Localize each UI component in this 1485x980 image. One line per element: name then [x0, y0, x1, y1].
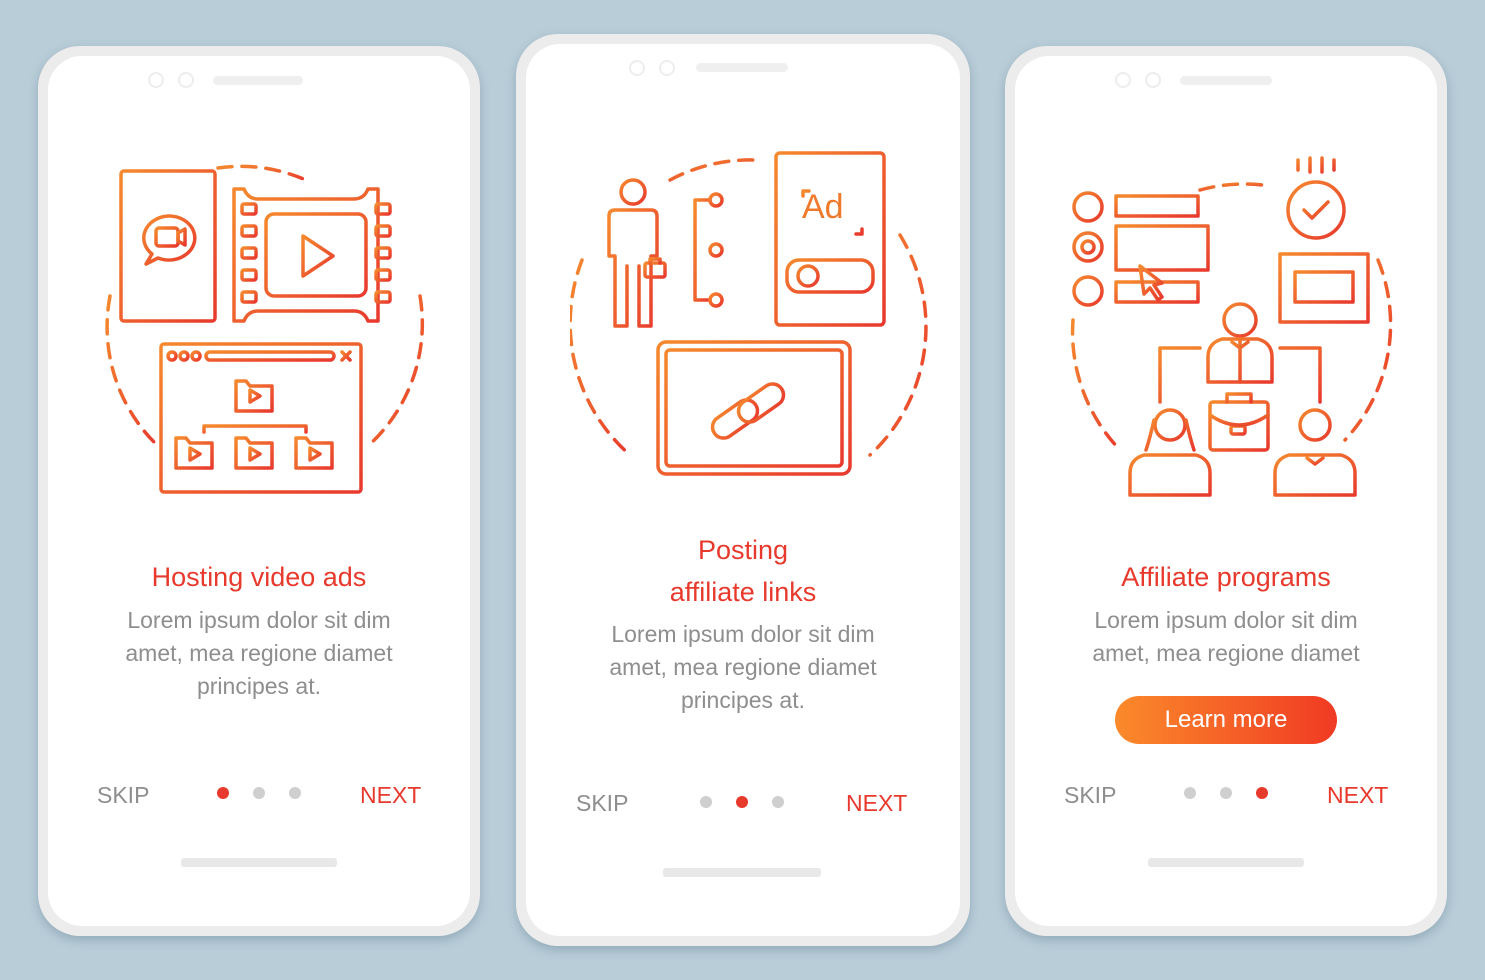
next-button[interactable]: NEXT	[1327, 782, 1388, 809]
next-button[interactable]: NEXT	[360, 782, 421, 809]
screen-title: Posting affiliate links	[526, 529, 960, 613]
home-indicator	[663, 868, 821, 877]
camera-dot	[148, 72, 164, 88]
camera-dot	[178, 72, 194, 88]
description-line: Lorem ipsum dolor sit dim	[611, 621, 875, 647]
page-dot[interactable]	[1220, 787, 1232, 799]
onboarding-screen-1: Hosting video ads Lorem ipsum dolor sit …	[38, 46, 480, 936]
skip-button[interactable]: SKIP	[97, 782, 149, 809]
phone-screen: Affiliate programs Lorem ipsum dolor sit…	[1015, 56, 1437, 926]
speaker-bar	[696, 63, 788, 72]
page-indicator	[1184, 787, 1268, 799]
phone-screen: Ad Posting affiliate links Lorem ipsum d…	[526, 44, 960, 936]
speaker-bar	[213, 76, 303, 85]
page-dot[interactable]	[772, 796, 784, 808]
speaker-bar	[1180, 76, 1272, 85]
page-dot-active[interactable]	[736, 796, 748, 808]
page-indicator	[217, 787, 301, 799]
camera-dot	[1115, 72, 1131, 88]
affiliate-links-icon	[570, 151, 928, 504]
skip-button[interactable]: SKIP	[1064, 782, 1116, 809]
description-line: Lorem ipsum dolor sit dim	[127, 607, 391, 633]
ad-label: Ad	[802, 188, 844, 226]
description-line: principes at.	[196, 673, 321, 699]
camera-dot	[629, 60, 645, 76]
description-line: amet, mea regione diamet	[609, 654, 877, 680]
page-dot[interactable]	[253, 787, 265, 799]
description-line: amet, mea regione diamet	[1092, 640, 1360, 666]
affiliate-programs-icon	[1070, 156, 1393, 497]
video-hosting-icon	[105, 164, 425, 494]
next-button[interactable]: NEXT	[846, 790, 907, 817]
home-indicator	[1148, 858, 1304, 867]
title-line: Posting	[697, 535, 789, 565]
skip-button[interactable]: SKIP	[576, 790, 628, 817]
title-line: affiliate links	[669, 577, 817, 607]
screen-description: Lorem ipsum dolor sit dim amet, mea regi…	[78, 604, 440, 703]
page-dot[interactable]	[700, 796, 712, 808]
learn-more-button[interactable]: Learn more	[1115, 696, 1337, 744]
page-indicator	[700, 796, 784, 808]
description-line: Lorem ipsum dolor sit dim	[1094, 607, 1358, 633]
camera-dot	[659, 60, 675, 76]
page-dot[interactable]	[1184, 787, 1196, 799]
description-line: principes at.	[680, 687, 805, 713]
page-dot-active[interactable]	[1256, 787, 1268, 799]
camera-dot	[1145, 72, 1161, 88]
onboarding-screen-3: Affiliate programs Lorem ipsum dolor sit…	[1005, 46, 1447, 936]
screen-description: Lorem ipsum dolor sit dim amet, mea regi…	[1045, 604, 1407, 670]
home-indicator	[181, 858, 337, 867]
phone-screen: Hosting video ads Lorem ipsum dolor sit …	[48, 56, 470, 926]
description-line: amet, mea regione diamet	[125, 640, 393, 666]
screen-title: Affiliate programs	[1121, 562, 1331, 592]
page-dot[interactable]	[289, 787, 301, 799]
page-dot-active[interactable]	[217, 787, 229, 799]
screen-title: Hosting video ads	[151, 562, 367, 592]
screen-description: Lorem ipsum dolor sit dim amet, mea regi…	[556, 618, 930, 717]
onboarding-screen-2: Ad Posting affiliate links Lorem ipsum d…	[516, 34, 970, 946]
